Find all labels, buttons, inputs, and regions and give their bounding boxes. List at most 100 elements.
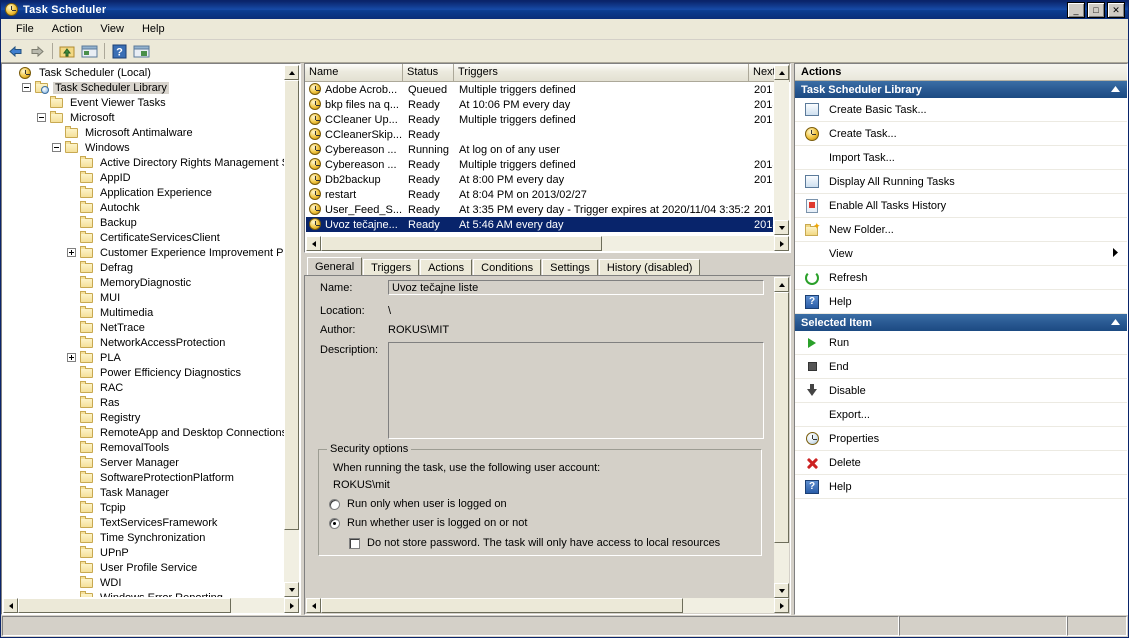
tab-conditions[interactable]: Conditions — [473, 259, 542, 275]
minimize-button[interactable]: _ — [1067, 2, 1085, 18]
action-item-run[interactable]: Run — [795, 331, 1127, 355]
action-item-disable[interactable]: Disable — [795, 379, 1127, 403]
detail-hscroll-left-button[interactable] — [306, 598, 321, 613]
tree-node[interactable]: Windows Error Reporting — [3, 590, 284, 597]
tree-scroll-down-button[interactable] — [284, 582, 299, 597]
action-item-view[interactable]: View — [795, 242, 1127, 266]
tree-node[interactable]: Multimedia — [3, 305, 284, 320]
tab-history-disabled[interactable]: History (disabled) — [598, 259, 701, 275]
tab-general[interactable]: General — [307, 257, 363, 275]
tasklist-scroll-down-button[interactable] — [774, 220, 789, 235]
tree-node[interactable]: Time Synchronization — [3, 530, 284, 545]
table-row[interactable]: Cybereason ... Ready Multiple triggers def… — [306, 157, 773, 172]
tree-node[interactable]: Active Directory Rights Management Serv — [3, 155, 284, 170]
tree-node[interactable]: Windows — [3, 140, 284, 155]
tree-node[interactable]: Server Manager — [3, 455, 284, 470]
detail-scroll-track[interactable] — [774, 292, 789, 583]
tree-node[interactable]: UPnP — [3, 545, 284, 560]
up-one-level-button[interactable] — [57, 41, 78, 61]
chevron-up-icon[interactable] — [1110, 317, 1121, 329]
tree-node[interactable]: NetTrace — [3, 320, 284, 335]
table-row[interactable]: Adobe Acrob... Queued Multiple triggers de… — [306, 82, 773, 97]
table-row[interactable]: Cybereason ... Running At log on of any us… — [306, 142, 773, 157]
tasklist-scroll-track[interactable] — [774, 80, 789, 220]
forward-button[interactable] — [27, 41, 48, 61]
tree-node[interactable]: MUI — [3, 290, 284, 305]
chevron-up-icon[interactable] — [1110, 84, 1121, 96]
action-item-new-folder[interactable]: ✦ New Folder... — [795, 218, 1127, 242]
table-row[interactable]: restart Ready At 8:04 PM on 2013/02/27 — [306, 187, 773, 202]
menu-view[interactable]: View — [91, 21, 133, 37]
detail-tabs[interactable]: General Triggers Actions Conditions Settings… — [304, 256, 791, 275]
actions-section-header[interactable]: Selected Item — [795, 314, 1127, 331]
tasklist-hscroll-thumb[interactable] — [321, 236, 602, 251]
action-item-help[interactable]: ? Help — [795, 290, 1127, 314]
tree-node[interactable]: PLA — [3, 350, 284, 365]
tab-settings[interactable]: Settings — [542, 259, 598, 275]
action-item-import-task[interactable]: Import Task... — [795, 146, 1127, 170]
tree-node[interactable]: NetworkAccessProtection — [3, 335, 284, 350]
task-list[interactable]: Name Status Triggers Next R Adobe Acrob.… — [304, 63, 791, 253]
tree-node[interactable]: Task Scheduler (Local) — [3, 65, 284, 80]
action-item-properties[interactable]: Properties — [795, 427, 1127, 451]
tree-scroll-up-button[interactable] — [284, 65, 299, 80]
collapse-minus-icon[interactable] — [33, 110, 49, 125]
tab-triggers[interactable]: Triggers — [363, 259, 420, 275]
column-header-status[interactable]: Status — [403, 64, 454, 81]
tree-node[interactable]: Task Scheduler Library — [3, 80, 284, 95]
tree-node[interactable]: Application Experience — [3, 185, 284, 200]
action-item-delete[interactable]: Delete — [795, 451, 1127, 475]
help-button[interactable]: ? — [109, 41, 130, 61]
detail-hscroll-track[interactable] — [321, 598, 774, 613]
show-console-tree-button[interactable] — [79, 41, 100, 61]
expand-plus-icon[interactable] — [63, 245, 79, 260]
tree-node[interactable]: RemoteApp and Desktop Connections Upd — [3, 425, 284, 440]
tree-node[interactable]: Microsoft Antimalware — [3, 125, 284, 140]
tree-node[interactable]: Event Viewer Tasks — [3, 95, 284, 110]
detail-scroll-up-button[interactable] — [774, 277, 789, 292]
menu-help[interactable]: Help — [133, 21, 174, 37]
action-item-create-basic-task[interactable]: Create Basic Task... — [795, 98, 1127, 122]
table-row[interactable]: Db2backup Ready At 8:00 PM every day 2018/( — [306, 172, 773, 187]
tree-node[interactable]: Autochk — [3, 200, 284, 215]
tree-hscroll-thumb[interactable] — [18, 598, 231, 613]
action-item-refresh[interactable]: Refresh — [795, 266, 1127, 290]
radio-run-only-when-logged-on[interactable]: Run only when user is logged on — [329, 498, 761, 510]
menu-file[interactable]: File — [7, 21, 43, 37]
detail-vertical-scrollbar[interactable] — [774, 277, 789, 598]
tree-node[interactable]: Ras — [3, 395, 284, 410]
detail-horizontal-scrollbar[interactable] — [306, 598, 789, 613]
table-row[interactable]: bkp files na q... Ready At 10:06 PM every … — [306, 97, 773, 112]
tree-node[interactable]: Defrag — [3, 260, 284, 275]
tree-node[interactable]: TextServicesFramework — [3, 515, 284, 530]
tree-node[interactable]: CertificateServicesClient — [3, 230, 284, 245]
tree-node[interactable]: Power Efficiency Diagnostics — [3, 365, 284, 380]
tree-horizontal-scrollbar[interactable] — [3, 598, 299, 613]
column-header-triggers[interactable]: Triggers — [454, 64, 749, 81]
tree-view[interactable]: Task Scheduler (Local) Task Scheduler Lib… — [3, 65, 284, 597]
detail-scroll-thumb[interactable] — [774, 292, 789, 543]
expand-plus-icon[interactable] — [63, 350, 79, 365]
name-field[interactable]: Uvoz tečajne liste — [388, 280, 764, 295]
tree-scroll-thumb[interactable] — [284, 80, 299, 530]
tab-actions[interactable]: Actions — [420, 259, 473, 275]
task-list-horizontal-scrollbar[interactable] — [306, 236, 789, 251]
checkbox-do-not-store-password[interactable]: Do not store password. The task will onl… — [349, 537, 761, 549]
tree-node[interactable]: MemoryDiagnostic — [3, 275, 284, 290]
tree-hscroll-right-button[interactable] — [284, 598, 299, 613]
radio-run-whether-logged-on-or-not[interactable]: Run whether user is logged on or not — [329, 517, 761, 529]
tree-node[interactable]: Microsoft — [3, 110, 284, 125]
table-row[interactable]: User_Feed_S... Ready At 3:35 PM every day … — [306, 202, 773, 217]
collapse-minus-icon[interactable] — [48, 140, 64, 155]
tree-node[interactable]: User Profile Service — [3, 560, 284, 575]
tasklist-hscroll-left-button[interactable] — [306, 236, 321, 251]
tree-hscroll-left-button[interactable] — [3, 598, 18, 613]
actions-section-header[interactable]: Task Scheduler Library — [795, 81, 1127, 98]
tree-node[interactable]: Registry — [3, 410, 284, 425]
detail-hscroll-right-button[interactable] — [774, 598, 789, 613]
table-row[interactable]: Uvoz tečajne... Ready At 5:46 AM every day… — [306, 217, 773, 232]
column-header-name[interactable]: Name — [305, 64, 403, 81]
close-button[interactable]: ✕ — [1107, 2, 1125, 18]
tree-node[interactable]: SoftwareProtectionPlatform — [3, 470, 284, 485]
tasklist-hscroll-right-button[interactable] — [774, 236, 789, 251]
